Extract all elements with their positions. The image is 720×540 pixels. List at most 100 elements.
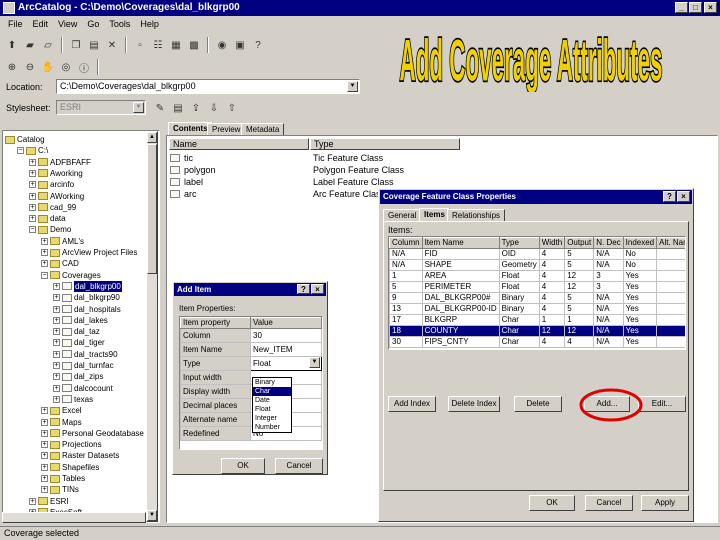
table-row[interactable]: 13DAL_BLKGRP00-IDBinary45N/AYesNo	[389, 303, 685, 315]
tab-items[interactable]: Items	[419, 208, 450, 221]
menu-go[interactable]: Go	[87, 16, 99, 32]
ok-button[interactable]: OK	[529, 495, 575, 511]
table-row[interactable]: N/AFIDOID45N/ANoNo	[389, 248, 685, 260]
properties-icon[interactable]: ▤	[170, 100, 186, 116]
tree-item[interactable]: − Coverages	[41, 270, 101, 281]
column-header[interactable]: Column	[389, 237, 423, 249]
expand-toggle-icon[interactable]: +	[41, 486, 48, 494]
add-index-button[interactable]: Add Index	[388, 396, 436, 412]
expand-toggle-icon[interactable]: +	[29, 203, 36, 211]
menu-file[interactable]: File	[8, 16, 23, 32]
full-extent-icon[interactable]: ◎	[58, 59, 74, 75]
tree-item[interactable]: + dal_tracts90	[53, 349, 118, 360]
scroll-thumb[interactable]	[147, 144, 157, 274]
column-header[interactable]: Item property	[180, 317, 251, 329]
tree-item[interactable]: + ADFBFAFF	[29, 157, 91, 168]
pan-icon[interactable]: ✋	[40, 59, 56, 75]
scroll-up-button[interactable]: ▲	[147, 132, 157, 143]
up-one-level-icon[interactable]: ⬆	[4, 37, 20, 53]
tree-item[interactable]: + Aworking	[29, 168, 83, 179]
expand-toggle-icon[interactable]: +	[53, 282, 60, 290]
arctoolbox-icon[interactable]: ▣	[232, 37, 248, 53]
type-dropdown-list[interactable]: Binary Char Date Float Integer Number	[252, 377, 292, 433]
close-button[interactable]: ×	[677, 191, 690, 202]
export-metadata-icon[interactable]: ⇧	[224, 100, 240, 116]
expand-toggle-icon[interactable]: −	[41, 271, 48, 279]
tree-scrollbar[interactable]: ▲ ▼	[146, 131, 158, 522]
import-metadata-icon[interactable]: ⇩	[206, 100, 222, 116]
help-button[interactable]: ?	[663, 191, 676, 202]
copy-icon[interactable]: ❐	[68, 37, 84, 53]
expand-toggle-icon[interactable]: +	[29, 158, 36, 166]
identify-icon[interactable]: ⓘ	[76, 59, 92, 75]
expand-toggle-icon[interactable]: +	[53, 316, 60, 324]
expand-toggle-icon[interactable]: +	[41, 475, 48, 482]
whats-this-icon[interactable]: ?	[250, 37, 266, 53]
help-button[interactable]: ?	[297, 284, 310, 294]
tree-item[interactable]: + AML's	[41, 236, 84, 247]
column-header[interactable]: Type	[498, 237, 540, 249]
tree-item[interactable]: − C:\	[17, 145, 48, 156]
list-item[interactable]: polygon Polygon Feature Class	[170, 165, 460, 176]
tree-item[interactable]: + Maps	[41, 417, 82, 428]
tree-item[interactable]: + dal_tiger	[53, 337, 105, 348]
launch-arcmap-icon[interactable]: ◉	[214, 37, 230, 53]
minimize-button[interactable]: _	[675, 2, 688, 13]
expand-toggle-icon[interactable]: +	[53, 350, 60, 358]
cancel-button[interactable]: Cancel	[275, 458, 323, 474]
tree-item[interactable]: + dal_taz	[53, 326, 100, 337]
column-header-type[interactable]: Type	[310, 138, 460, 150]
table-row[interactable]: Item Name New_ITEM	[180, 342, 322, 357]
details-icon[interactable]: ▦	[168, 37, 184, 53]
column-header[interactable]: Alt. Name	[656, 237, 685, 249]
expand-toggle-icon[interactable]: +	[41, 452, 48, 460]
tree-item[interactable]: + dalcocount	[53, 383, 113, 394]
thumbnails-icon[interactable]: ▩	[186, 37, 202, 53]
expand-toggle-icon[interactable]: +	[53, 362, 60, 369]
expand-toggle-icon[interactable]: +	[41, 237, 48, 245]
table-row[interactable]: 30FIPS_CNTYChar44N/AYesNo	[389, 336, 685, 348]
edit-metadata-icon[interactable]: ✎	[152, 100, 168, 116]
expand-toggle-icon[interactable]: +	[41, 441, 48, 449]
tree-item[interactable]: + TINs	[41, 484, 79, 495]
cancel-button[interactable]: Cancel	[585, 495, 633, 511]
chevron-down-icon[interactable]: ▼	[133, 102, 144, 113]
tree-item[interactable]: + Shapefiles	[41, 462, 99, 473]
zoom-out-icon[interactable]: ⊖	[22, 59, 38, 75]
menu-edit[interactable]: Edit	[33, 16, 49, 32]
expand-toggle-icon[interactable]: +	[29, 215, 36, 223]
delete-icon[interactable]: ✕	[104, 37, 120, 53]
tree-item[interactable]: + dal_blkgrp90	[53, 292, 120, 303]
expand-toggle-icon[interactable]: −	[17, 147, 24, 155]
create-metadata-icon[interactable]: ⇪	[188, 100, 204, 116]
table-row[interactable]: Input width	[180, 370, 322, 385]
location-input[interactable]: C:\Demo\Coverages\dal_blkgrp00 ▼	[56, 79, 360, 94]
delete-index-button[interactable]: Delete Index	[448, 396, 500, 412]
scroll-down-button[interactable]: ▼	[147, 510, 157, 521]
column-header-name[interactable]: Name	[169, 138, 309, 150]
dropdown-option[interactable]: Float	[253, 405, 291, 414]
column-header[interactable]: Value	[250, 317, 322, 329]
tree-item[interactable]: + data	[29, 213, 66, 224]
table-row[interactable]: Alternate name	[180, 412, 322, 427]
items-table[interactable]: Column Item Name Type Width Output N. Dec Inde…	[388, 236, 686, 350]
tree-item[interactable]: + dal_turnfac	[53, 360, 114, 371]
tree-item[interactable]: + ArcView Project Files	[41, 247, 137, 258]
item-properties-grid[interactable]: Item property Value Column 30 Item Name New_I…	[179, 316, 323, 450]
table-row[interactable]: 17BLKGRPChar11N/AYesNo	[389, 314, 685, 326]
menu-view[interactable]: View	[58, 16, 77, 32]
stylesheet-select[interactable]: ESRI ▼	[56, 100, 146, 115]
expand-toggle-icon[interactable]: +	[41, 249, 48, 256]
disconnect-folder-icon[interactable]: ▱	[40, 37, 56, 53]
property-value[interactable]: New_ITEM	[250, 342, 322, 357]
paste-icon[interactable]: ▤	[86, 37, 102, 53]
tree-item[interactable]: + dal_lakes	[53, 315, 108, 326]
close-button[interactable]: ×	[704, 2, 717, 13]
expand-toggle-icon[interactable]: +	[53, 395, 60, 403]
expand-toggle-icon[interactable]: +	[41, 463, 48, 471]
ok-button[interactable]: OK	[221, 458, 265, 474]
table-row[interactable]: 9DAL_BLKGRP00#Binary45N/AYesNo	[389, 292, 685, 304]
expand-toggle-icon[interactable]: +	[41, 418, 48, 426]
tree-item[interactable]: + dal_blkgrp00	[53, 280, 122, 292]
dropdown-option[interactable]: Date	[253, 396, 291, 405]
